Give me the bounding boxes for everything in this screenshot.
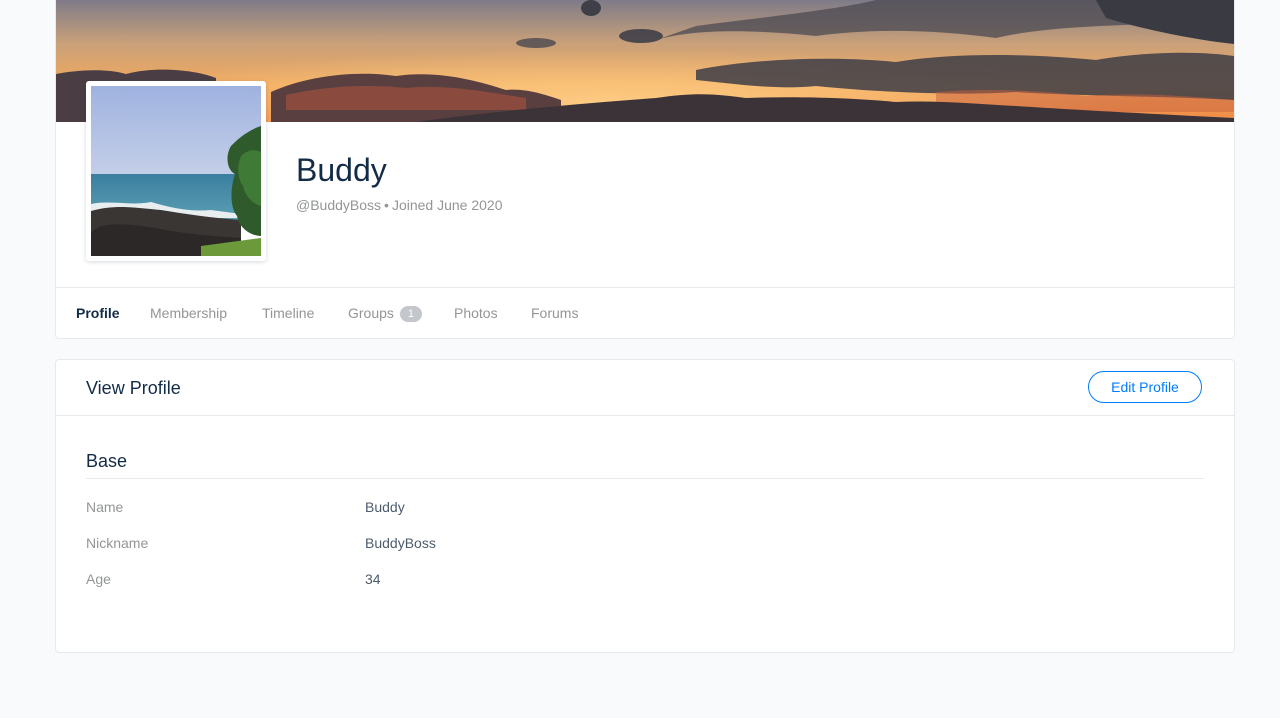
field-row-age: Age 34 xyxy=(86,569,1204,589)
tab-profile[interactable]: Profile xyxy=(76,288,120,338)
member-handle: @BuddyBoss xyxy=(296,197,382,213)
avatar[interactable] xyxy=(86,81,266,261)
tab-photos[interactable]: Photos xyxy=(454,288,498,338)
groups-count-badge: 1 xyxy=(399,306,422,322)
profile-nav: Profile Membership Timeline Groups 1 Phot… xyxy=(56,287,1234,338)
card-header: View Profile Edit Profile xyxy=(56,360,1234,416)
member-meta: @BuddyBoss • Joined June 2020 xyxy=(296,196,503,214)
field-row-nickname: Nickname BuddyBoss xyxy=(86,533,1204,553)
tab-label: Forums xyxy=(531,305,579,321)
tab-label: Timeline xyxy=(262,305,315,321)
meta-separator: • xyxy=(384,197,389,213)
member-joined-date: Joined June 2020 xyxy=(391,197,503,213)
card-title: View Profile xyxy=(86,378,181,398)
edit-profile-button[interactable]: Edit Profile xyxy=(1088,371,1202,403)
tab-label: Membership xyxy=(150,305,228,321)
profile-header: Buddy @BuddyBoss • Joined June 2020 Profil… xyxy=(55,0,1235,339)
tab-membership[interactable]: Membership xyxy=(150,288,228,338)
tab-label: Photos xyxy=(454,305,498,321)
tab-timeline[interactable]: Timeline xyxy=(262,288,315,338)
field-label: Age xyxy=(86,571,111,587)
field-group-title: Base xyxy=(86,451,128,471)
tab-forums[interactable]: Forums xyxy=(531,288,579,338)
divider xyxy=(86,478,1204,479)
view-profile-card: View Profile Edit Profile Base Name Budd… xyxy=(55,359,1235,653)
field-label: Name xyxy=(86,499,124,515)
member-name: Buddy xyxy=(296,152,387,188)
field-row-name: Name Buddy xyxy=(86,497,1204,517)
field-value: BuddyBoss xyxy=(365,535,436,551)
tab-label: Groups xyxy=(348,305,394,321)
tab-groups[interactable]: Groups 1 xyxy=(348,288,422,338)
field-label: Nickname xyxy=(86,535,149,551)
tab-label: Profile xyxy=(76,305,120,321)
field-value: 34 xyxy=(365,571,381,587)
field-value: Buddy xyxy=(365,499,405,515)
